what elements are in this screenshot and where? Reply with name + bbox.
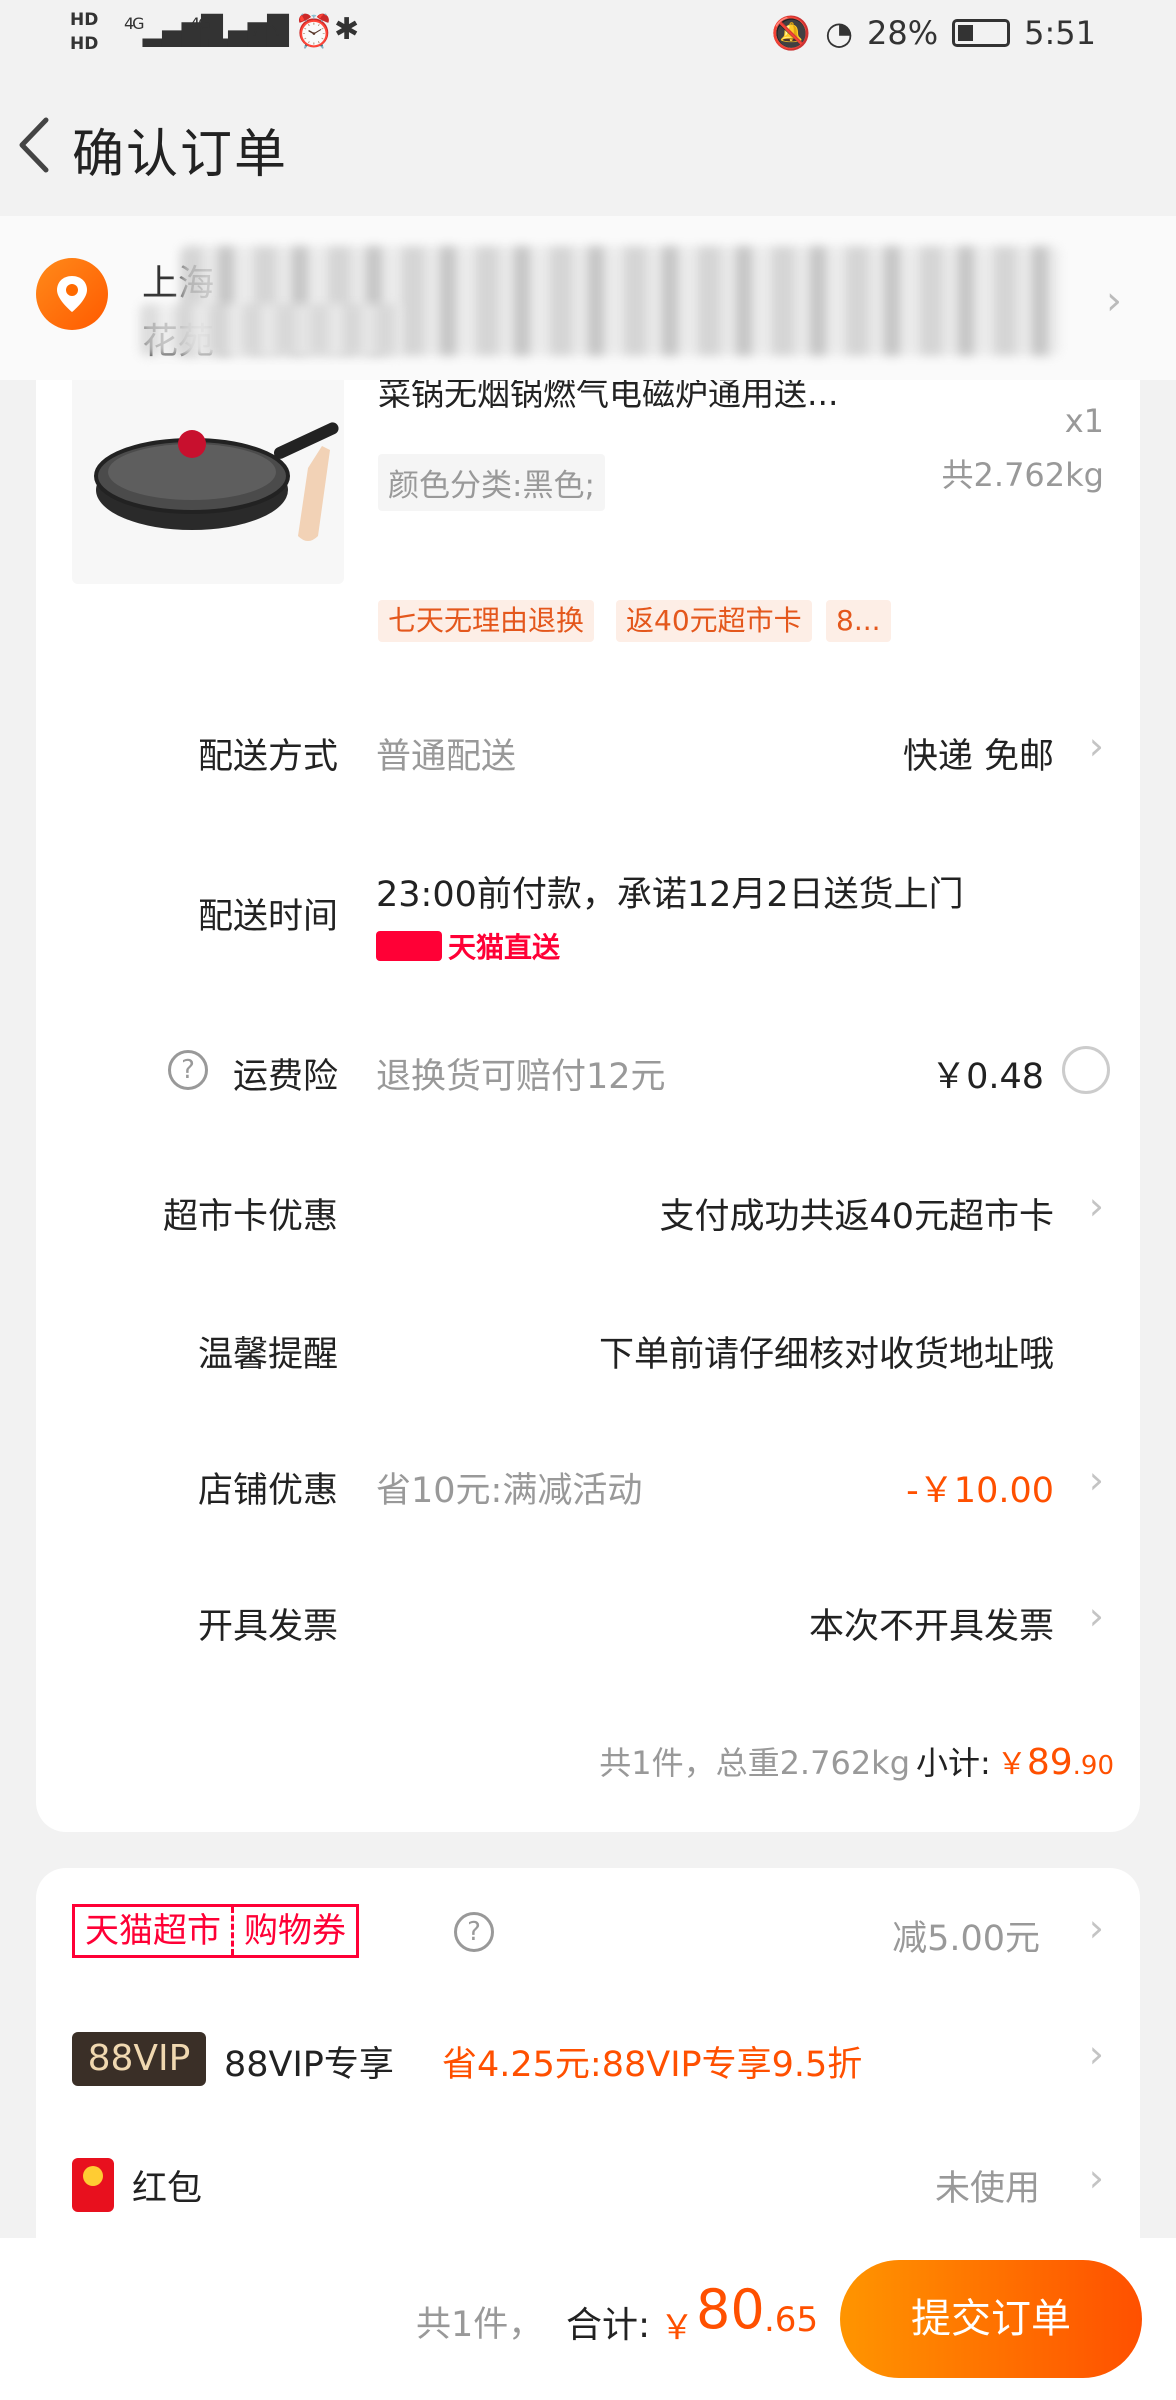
chevron-right-icon[interactable]: ›	[1089, 2156, 1104, 2200]
submit-order-button[interactable]: 提交订单	[840, 2260, 1142, 2378]
battery-percent: 28%	[867, 14, 939, 52]
tmall-coupon-badge: 天猫超市 购物券	[72, 1904, 359, 1958]
product-quantity: x1	[1064, 402, 1104, 440]
store-discount-sub: 省10元:满减活动	[376, 1471, 643, 1511]
delivery-time-value: 23:00前付款，承诺12月2日送货上门	[376, 875, 964, 915]
chevron-right-icon[interactable]: ›	[1089, 724, 1104, 768]
invoice-label: 开具发票	[197, 1607, 338, 1647]
tmall-coupon-badge-a: 天猫超市	[85, 1911, 221, 1951]
reminder-value: 下单前请仔细核对收货地址哦	[598, 1335, 1054, 1375]
coupons-card: 天猫超市 购物券 ? 减5.00元 › 88VIP 88VIP专享 省4.25元…	[36, 1868, 1140, 2244]
total-currency: ￥	[660, 2308, 694, 2348]
wifi-icon: ◠	[252, 14, 280, 52]
help-icon[interactable]: ?	[454, 1912, 494, 1952]
chevron-right-icon[interactable]: ›	[1089, 2032, 1104, 2076]
chevron-right-icon[interactable]: ›	[1089, 1184, 1104, 1228]
back-arrow-icon[interactable]	[10, 110, 60, 180]
delivery-time-label: 配送时间	[197, 897, 338, 937]
shipping-insurance-radio[interactable]	[1062, 1046, 1110, 1094]
88vip-badge: 88VIP	[72, 2032, 206, 2086]
status-bar: HD HD 4G▂▄▆█ 4G▂▄▆█ ◠ ⏰ ✱ 🔕 ◔ 28% 5:51	[0, 0, 1176, 70]
88vip-value[interactable]: 省4.25元:88VIP专享9.5折	[442, 2036, 862, 2087]
delivery-method-label: 配送方式	[197, 737, 338, 777]
shipping-insurance-sub: 退换货可赔付12元	[376, 1057, 666, 1097]
location-pin-icon	[36, 258, 108, 330]
tmall-coupon-value[interactable]: 减5.00元	[892, 1910, 1040, 1961]
subtotal-label: 小计:	[916, 1744, 991, 1782]
total-integer: 80	[696, 2278, 765, 2341]
status-right: 🔕 ◔ 28% 5:51	[771, 14, 1096, 52]
product-tag: 8...	[826, 600, 891, 642]
88vip-label: 88VIP专享	[224, 2045, 394, 2085]
delivery-method-sub: 普通配送	[376, 737, 517, 777]
tmall-logo-icon	[376, 931, 442, 961]
product-image[interactable]	[72, 350, 344, 584]
subtotal-currency: ￥	[996, 1747, 1027, 1782]
page-header: 确认订单	[0, 70, 1176, 216]
subtotal-summary: 共1件，总重2.762kg	[599, 1744, 911, 1782]
total-label: 合计:	[566, 2305, 651, 2346]
mute-icon: 🔕	[771, 14, 812, 52]
product-tag: 七天无理由退换	[378, 600, 595, 642]
shipping-insurance-price: ￥0.48	[931, 1057, 1044, 1097]
delivery-method-value[interactable]: 快递 免邮	[903, 728, 1054, 779]
page-title: 确认订单	[72, 125, 289, 185]
total-count: 共1件，	[416, 2305, 544, 2345]
tmall-coupon-badge-b: 购物券	[231, 1907, 356, 1955]
supermarket-card-label: 超市卡优惠	[162, 1197, 338, 1237]
product-tag: 返40元超市卡	[616, 600, 812, 642]
reminder-label: 温馨提醒	[197, 1335, 338, 1375]
red-packet-value[interactable]: 未使用	[935, 2160, 1040, 2211]
subtotal-decimal: .90	[1072, 1751, 1114, 1781]
invoice-value[interactable]: 本次不开具发票	[809, 1598, 1054, 1649]
total-decimal: .65	[764, 2300, 819, 2340]
supermarket-card-value[interactable]: 支付成功共返40元超市卡	[659, 1188, 1054, 1239]
chevron-right-icon[interactable]: ›	[1106, 278, 1122, 324]
product-sku: 颜色分类:黑色;	[378, 454, 605, 511]
chevron-right-icon[interactable]: ›	[1089, 1906, 1104, 1950]
red-packet-label: 红包	[132, 2169, 203, 2209]
address-redaction	[140, 304, 400, 356]
subtotal: 共1件，总重2.762kg 小计: ￥ 89 .90	[599, 1738, 1114, 1784]
product-weight: 共2.762kg	[941, 456, 1104, 494]
red-packet-icon	[72, 2158, 114, 2212]
tmall-direct-label: 天猫直送	[448, 931, 561, 964]
alarm-icon: ⏰	[294, 12, 334, 50]
subtotal-integer: 89	[1026, 1742, 1073, 1783]
address-section[interactable]: 上海 花苑 ›	[0, 216, 1176, 380]
wok-icon	[94, 422, 339, 541]
store-discount-value[interactable]: -￥10.00	[906, 1462, 1054, 1513]
battery-icon	[952, 19, 1011, 47]
clock: 5:51	[1024, 14, 1096, 52]
chevron-right-icon[interactable]: ›	[1089, 1594, 1104, 1638]
order-card: 炊大皇炒锅32cm不粘锅无油烟炒锅家用炒菜锅无烟锅燃气电磁炉通用送... x1 …	[36, 326, 1140, 1832]
tmall-direct-badge: 天猫直送	[376, 926, 560, 966]
bluetooth-icon: ✱	[334, 12, 360, 47]
store-discount-label: 店铺优惠	[197, 1471, 338, 1511]
shipping-insurance-label: 运费险	[232, 1057, 338, 1097]
data-saver-icon: ◔	[825, 14, 854, 52]
bottom-bar: 共1件， 合计: ￥ 80 .65 提交订单	[0, 2238, 1176, 2400]
hd-indicator: HD HD	[70, 10, 99, 54]
chevron-right-icon[interactable]: ›	[1089, 1458, 1104, 1502]
